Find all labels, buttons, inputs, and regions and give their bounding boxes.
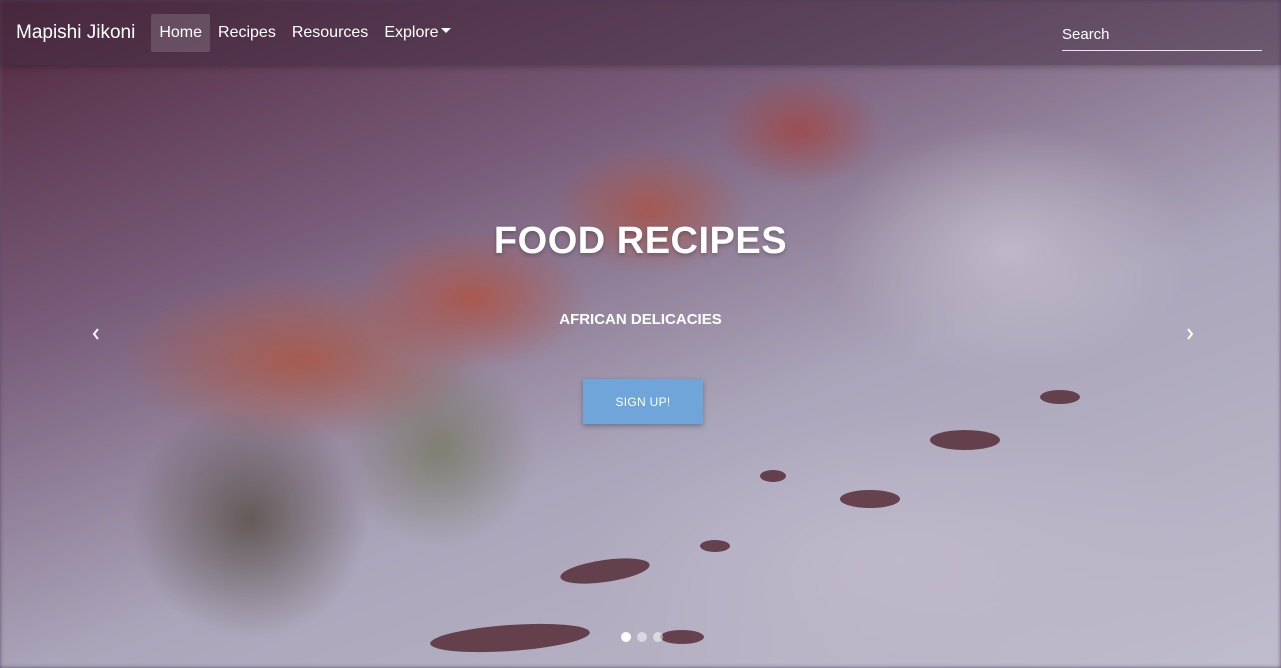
caret-down-icon xyxy=(440,27,451,33)
brand-logo-text[interactable]: Mapishi Jikoni xyxy=(16,22,135,44)
carousel-indicator[interactable] xyxy=(637,632,647,642)
sauce-drop xyxy=(840,490,900,508)
top-navbar: Mapishi Jikoni Home Recipes Resources Ex… xyxy=(0,0,1281,65)
carousel-next-button[interactable] xyxy=(1175,320,1205,348)
signup-button[interactable]: SIGN UP! xyxy=(583,379,703,424)
sauce-drop xyxy=(760,470,786,482)
hero-title: FOOD RECIPES xyxy=(493,220,788,262)
nav-link-home[interactable]: Home xyxy=(151,13,211,52)
carousel-prev-button[interactable] xyxy=(81,320,111,348)
hero-subtitle: AFRICAN DELICACIES xyxy=(559,311,722,328)
nav-dropdown-explore-label: Explore xyxy=(384,23,439,41)
nav-link-recipes[interactable]: Recipes xyxy=(210,14,284,52)
carousel-indicator[interactable] xyxy=(621,632,631,642)
sauce-drop xyxy=(660,630,704,644)
sauce-drop xyxy=(1040,390,1080,404)
sauce-drop xyxy=(700,540,730,552)
nav-link-resources[interactable]: Resources xyxy=(284,14,376,52)
page: Mapishi Jikoni Home Recipes Resources Ex… xyxy=(0,0,1281,668)
chevron-right-icon xyxy=(1187,328,1194,340)
nav-dropdown-explore[interactable]: Explore xyxy=(376,14,458,52)
search-input[interactable] xyxy=(1062,18,1262,51)
sauce-drop xyxy=(930,430,1000,450)
chevron-left-icon xyxy=(92,328,99,340)
carousel-indicators xyxy=(621,632,663,642)
nav-links: Home Recipes Resources Explore xyxy=(151,13,458,52)
carousel-indicator[interactable] xyxy=(653,632,663,642)
